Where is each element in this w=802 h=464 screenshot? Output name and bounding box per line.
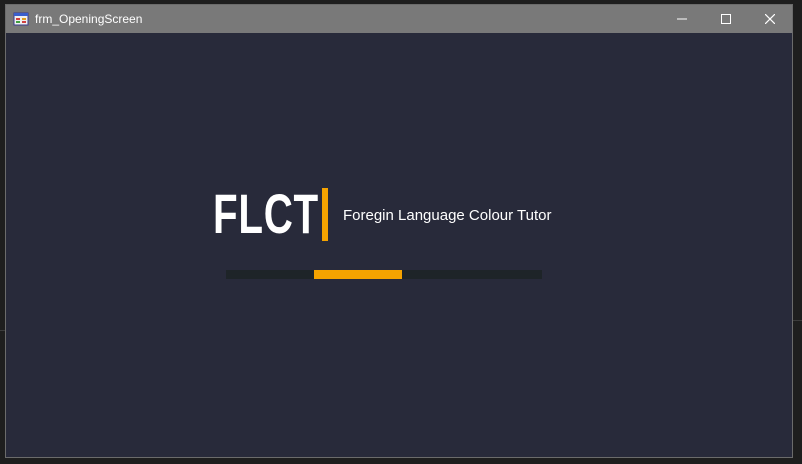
form-icon[interactable] [13, 11, 29, 27]
window-title: frm_OpeningScreen [35, 12, 143, 26]
splash-content: FLCT Foregin Language Colour Tutor [6, 33, 792, 457]
loading-bar [226, 270, 542, 279]
caption-buttons [660, 5, 792, 33]
close-icon [765, 14, 775, 24]
maximize-button[interactable] [704, 5, 748, 33]
minimize-icon [677, 18, 687, 20]
title-bar[interactable]: frm_OpeningScreen [6, 5, 792, 33]
opening-screen-window: frm_OpeningScreen FLCT Foregin Language … [5, 4, 793, 458]
loading-bar-fill [314, 270, 402, 279]
divider [793, 320, 802, 321]
logo-text: FLCT [213, 182, 319, 245]
logo-accent-bar [322, 188, 328, 241]
maximize-icon [721, 14, 731, 24]
minimize-button[interactable] [660, 5, 704, 33]
close-button[interactable] [748, 5, 792, 33]
app-subtitle: Foregin Language Colour Tutor [343, 207, 552, 224]
